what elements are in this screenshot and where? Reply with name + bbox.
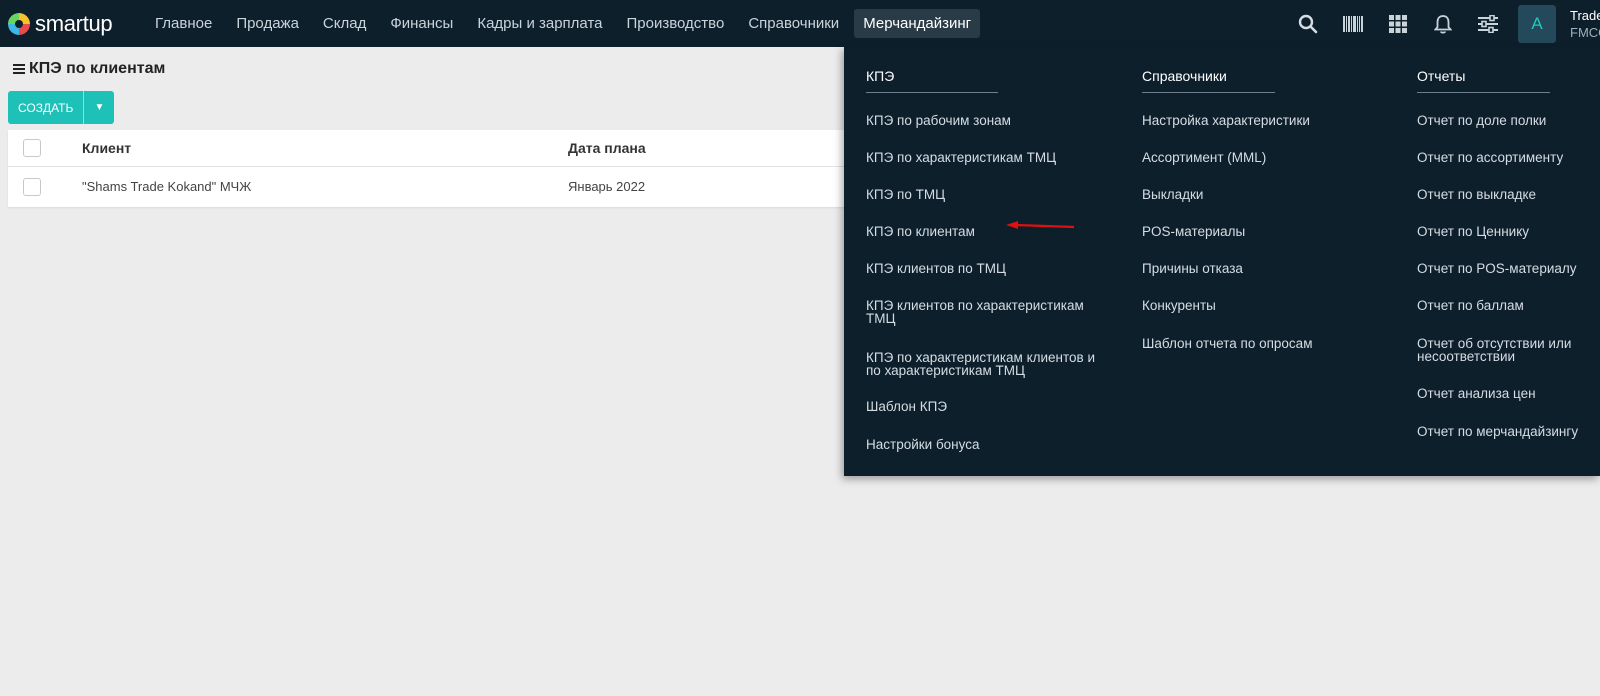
menu-item[interactable]: Отчет по Ценнику [1417, 225, 1529, 239]
table-row[interactable]: "Shams Trade Kokand" МЧЖ Январь 2022 [8, 168, 848, 205]
apps-grid-icon[interactable] [1375, 0, 1420, 47]
select-all-checkbox[interactable] [23, 139, 41, 157]
search-icon[interactable] [1285, 0, 1330, 47]
merchandising-dropdown-menu: КПЭ КПЭ по рабочим зонам КПЭ по характер… [844, 47, 1600, 476]
menu-item[interactable]: Отчет по выкладке [1417, 188, 1536, 202]
menu-item[interactable]: Причины отказа [1142, 262, 1243, 276]
menu-item[interactable]: КПЭ по характеристикам ТМЦ [866, 151, 1056, 165]
menu-item[interactable]: Настройки бонуса [866, 438, 980, 452]
page-title: КПЭ по клиентам [13, 60, 165, 78]
nav-item-hr[interactable]: Кадры и зарплата [468, 9, 611, 38]
menu-item[interactable]: Ассортимент (MML) [1142, 151, 1266, 165]
menu-item[interactable]: КПЭ клиентов по ТМЦ [866, 262, 1006, 276]
page-title-text: КПЭ по клиентам [29, 60, 166, 77]
nav-item-production[interactable]: Производство [618, 9, 734, 38]
avatar[interactable]: A [1518, 4, 1556, 43]
menu-item[interactable]: Отчет об отсутствии или несоответствии [1417, 337, 1571, 364]
menu-item[interactable]: Шаблон отчета по опросам [1142, 337, 1312, 351]
row-checkbox[interactable] [23, 177, 41, 196]
menu-item-line: несоответствии [1417, 349, 1516, 364]
create-dropdown-button[interactable]: ▼ [84, 91, 114, 124]
menu-item[interactable]: Выкладки [1142, 188, 1203, 202]
menu-item[interactable]: Конкуренты [1142, 299, 1216, 313]
user-info[interactable]: Trade FMCG [1570, 7, 1600, 41]
column-header-client[interactable]: Клиент [82, 140, 131, 156]
menu-item[interactable]: Отчет по мерчандайзингу [1417, 425, 1578, 439]
divider [866, 92, 998, 93]
column-header-plan-date[interactable]: Дата плана [568, 140, 646, 156]
nav-item-references[interactable]: Справочники [739, 9, 848, 38]
menu-item[interactable]: Шаблон КПЭ [866, 400, 947, 414]
menu-item[interactable]: Отчет по баллам [1417, 299, 1524, 313]
cell-client: "Shams Trade Kokand" МЧЖ [82, 179, 252, 194]
user-name: Trade [1570, 7, 1600, 23]
annotation-arrow-icon [1006, 221, 1075, 229]
caret-down-icon: ▼ [94, 102, 105, 113]
sliders-icon[interactable] [1465, 0, 1510, 47]
nav-item-merchandising[interactable]: Мерчандайзинг [854, 9, 981, 38]
user-subtitle: FMCG [1570, 24, 1600, 40]
menu-item-line: ТМЦ [866, 311, 896, 326]
menu-item[interactable]: КПЭ по ТМЦ [866, 188, 945, 202]
barcode-icon[interactable] [1330, 0, 1375, 47]
menu-column-title: Справочники [1142, 68, 1227, 84]
create-button[interactable]: СОЗДАТЬ [8, 91, 85, 124]
menu-item[interactable]: POS-материалы [1142, 225, 1245, 239]
main-nav: Главное Продажа Склад Финансы Кадры и за… [146, 9, 986, 38]
table-header: Клиент Дата плана [8, 130, 848, 167]
menu-item[interactable]: Отчет по доле полки [1417, 114, 1546, 128]
nav-item-main[interactable]: Главное [146, 9, 221, 38]
cell-plan-date: Январь 2022 [568, 179, 646, 194]
nav-item-warehouse[interactable]: Склад [314, 9, 375, 38]
logo-text: smartup [35, 10, 113, 36]
nav-item-finance[interactable]: Финансы [381, 9, 462, 38]
divider [1142, 92, 1275, 93]
menu-column-title: КПЭ [866, 68, 895, 84]
menu-item-line: по характеристикам ТМЦ [866, 363, 1026, 378]
menu-item[interactable]: Настройка характеристики [1142, 114, 1310, 128]
menu-item[interactable]: Отчет анализа цен [1417, 387, 1536, 401]
menu-item[interactable]: КПЭ по характеристикам клиентов и по хар… [866, 351, 1095, 378]
menu-column-title: Отчеты [1417, 68, 1466, 84]
top-bar: smartup Главное Продажа Склад Финансы Ка… [0, 0, 1600, 47]
toolbar: A Trade FMCG [1285, 0, 1600, 47]
menu-item-kpi-by-clients[interactable]: КПЭ по клиентам [866, 225, 975, 239]
logo-mark-icon [8, 12, 30, 35]
menu-item[interactable]: Отчет по ассортименту [1417, 151, 1563, 165]
menu-item-line: КПЭ клиентов по характеристикам [866, 298, 1084, 313]
logo[interactable]: smartup [8, 11, 128, 37]
nav-item-sales[interactable]: Продажа [227, 9, 308, 38]
menu-item[interactable]: КПЭ по рабочим зонам [866, 114, 1011, 128]
create-button-group: СОЗДАТЬ ▼ [8, 91, 115, 124]
data-table: Клиент Дата плана "Shams Trade Kokand" М… [8, 130, 848, 207]
menu-item[interactable]: КПЭ клиентов по характеристикам ТМЦ [866, 298, 1084, 326]
menu-item[interactable]: Отчет по POS-материалу [1417, 262, 1577, 276]
divider [1417, 92, 1550, 93]
bell-icon[interactable] [1420, 0, 1465, 47]
hamburger-icon[interactable] [13, 62, 25, 76]
